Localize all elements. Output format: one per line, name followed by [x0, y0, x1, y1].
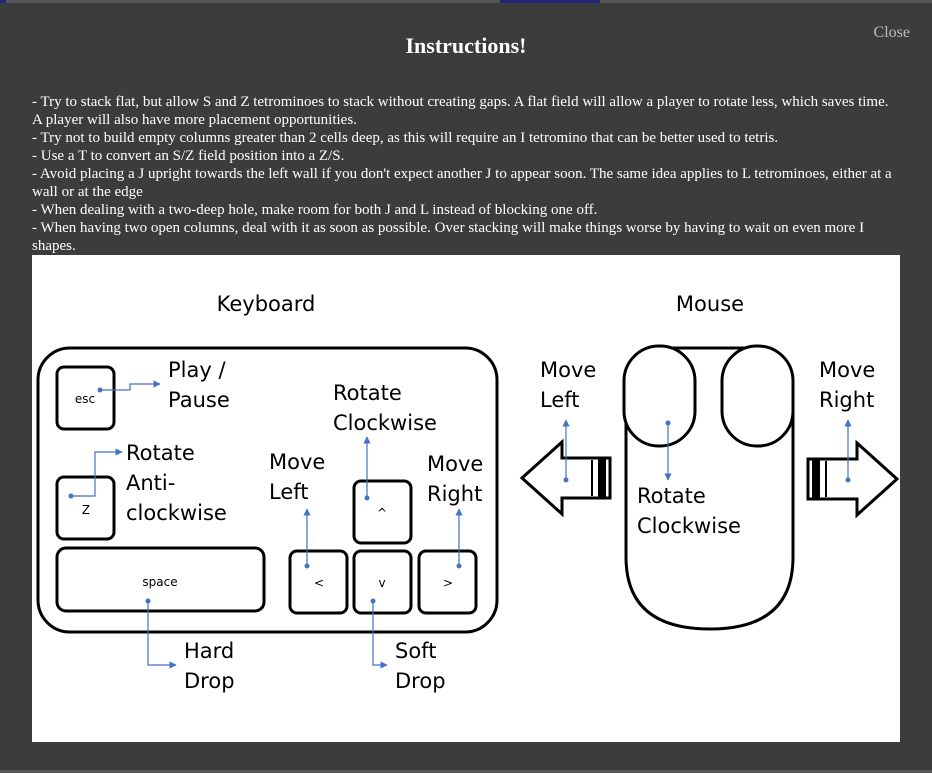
svg-text:^: ^ [377, 506, 387, 520]
tip-item: - Try not to build empty columns greater… [32, 130, 779, 146]
space-key: space [55, 546, 266, 613]
soft-drop-label: Soft Drop [395, 639, 446, 693]
mouse-heading: Mouse [676, 292, 744, 316]
left-mouse-button [622, 344, 697, 448]
svg-text:space: space [142, 575, 177, 589]
left-arrow-key: < [288, 549, 349, 615]
svg-text:>: > [443, 576, 453, 590]
tip-item: - Avoid placing a J upright towards the … [32, 166, 892, 200]
right-mouse-button [720, 344, 795, 448]
mouse-move-left-label: Move Left [540, 358, 603, 412]
instructions-dialog: Close Instructions! - Try to stack flat,… [1, 3, 931, 770]
esc-key: esc [55, 365, 116, 431]
svg-text:Z: Z [82, 503, 90, 517]
tip-item: - When having two open columns, deal wit… [32, 220, 865, 254]
leader-dot [370, 598, 376, 604]
leader-dot [845, 477, 851, 483]
tip-item: - When dealing with a two-deep hole, mak… [32, 202, 598, 218]
leader-dot [145, 598, 151, 604]
up-arrow-key: ^ [352, 479, 413, 545]
controls-diagram: Keyboard Mouse esc Play / Pause Z Rotate… [32, 255, 900, 742]
right-arrow-key: > [417, 549, 478, 615]
dialog-title: Instructions! [405, 33, 527, 58]
tip-item: - Try to stack flat, but allow S and Z t… [32, 94, 889, 128]
keyboard-heading: Keyboard [217, 292, 316, 316]
svg-text:esc: esc [75, 392, 95, 406]
mouse-move-right-label: Move Right [819, 358, 882, 412]
tip-item: - Use a T to convert an S/Z field positi… [32, 148, 345, 164]
tips-list: - Try to stack flat, but allow S and Z t… [32, 93, 892, 255]
leader-dot [304, 563, 310, 569]
leader-dot [456, 563, 462, 569]
svg-text:v: v [378, 576, 385, 590]
leader-dot [97, 387, 103, 393]
down-arrow-key: v [352, 549, 413, 615]
svg-text:<: < [314, 576, 324, 590]
hard-drop-label: Hard Drop [184, 639, 241, 693]
leader-dot [364, 495, 370, 501]
leader-dot [68, 493, 74, 499]
move-right-arrow-icon [806, 439, 900, 519]
z-key: Z [55, 475, 116, 541]
leader-dot [563, 477, 569, 483]
leader-dot [665, 420, 671, 426]
